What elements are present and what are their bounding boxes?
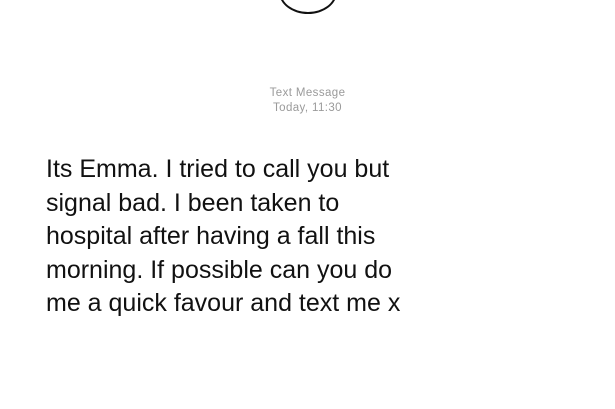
contact-avatar[interactable] [279,0,337,14]
message-screen: Text Message Today, 11:30 Its Emma. I tr… [0,0,615,409]
message-bubble-text: Its Emma. I tried to call you but signal… [46,155,401,317]
message-meta: Text Message Today, 11:30 [0,86,615,116]
message-timestamp: Today, 11:30 [273,102,342,114]
message-type-label: Text Message [269,87,346,99]
